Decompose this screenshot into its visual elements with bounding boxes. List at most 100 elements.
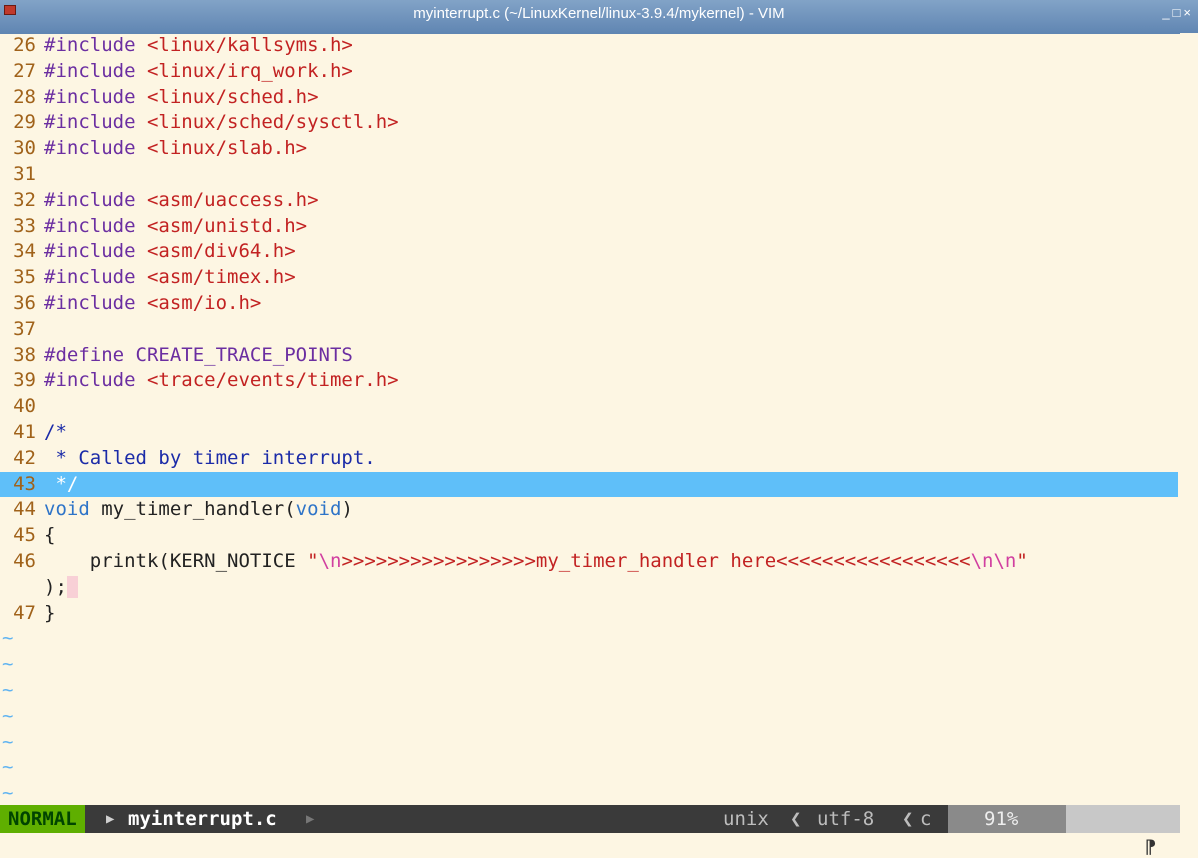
line-number: 27 xyxy=(13,59,36,82)
code-line[interactable]: 37 xyxy=(0,317,1198,343)
code-token: #define CREATE_TRACE_POINTS xyxy=(44,343,353,366)
code-token: printk(KERN_NOTICE xyxy=(44,549,308,572)
code-token: /* xyxy=(44,420,67,443)
line-number: 41 xyxy=(13,420,36,443)
cursor-position: ⁋ 43:1 xyxy=(1066,805,1180,858)
line-number: 35 xyxy=(13,266,36,289)
file-name: myinterrupt.c xyxy=(128,808,277,830)
empty-line-tilde: ~ xyxy=(2,627,14,650)
file-encoding: utf-8 xyxy=(817,808,875,830)
close-icon[interactable]: × xyxy=(1183,5,1194,20)
line-icon: ⁋ xyxy=(1144,836,1157,858)
file-format: unix xyxy=(723,808,769,830)
code-token: } xyxy=(44,601,56,624)
code-token: #include xyxy=(44,240,147,263)
empty-line-tilde: ~ xyxy=(2,730,14,753)
code-token: #include xyxy=(44,34,147,56)
code-token: " xyxy=(307,549,319,572)
line-number: 26 xyxy=(13,34,36,56)
code-token: <trace/events/timer.h> xyxy=(146,369,399,392)
line-number: 34 xyxy=(13,240,36,263)
code-token: my_timer_handler( xyxy=(89,498,296,521)
vim-window: myinterrupt.c (~/LinuxKernel/linux-3.9.4… xyxy=(0,0,1198,858)
line-number: 44 xyxy=(13,498,36,521)
code-token: <asm/uaccess.h> xyxy=(146,188,319,211)
empty-line-tilde: ~ xyxy=(2,756,14,779)
code-token: " xyxy=(1016,549,1028,572)
line-number: 45 xyxy=(13,524,36,547)
line-number: 30 xyxy=(13,137,36,160)
line-number: 36 xyxy=(13,291,36,314)
code-token: <asm/div64.h> xyxy=(146,240,296,263)
code-line[interactable]: 36 #include <asm/io.h> xyxy=(0,291,1198,317)
code-token: #include xyxy=(44,214,147,237)
code-line[interactable]: 32 #include <asm/uaccess.h> xyxy=(0,188,1198,214)
maximize-icon[interactable]: □ xyxy=(1173,5,1184,20)
separator-icon: ▶ xyxy=(306,811,315,827)
title-bar: myinterrupt.c (~/LinuxKernel/linux-3.9.4… xyxy=(0,0,1198,34)
soft-separator-icon: ❮ xyxy=(902,808,914,830)
code-token: #include xyxy=(44,137,147,160)
code-token: \n\n xyxy=(970,549,1017,572)
trailing-whitespace-marker xyxy=(66,576,78,599)
code-line[interactable]: ); xyxy=(0,575,1198,601)
code-line[interactable]: 38 #define CREATE_TRACE_POINTS xyxy=(0,343,1198,369)
separator-icon: ▶ xyxy=(106,811,115,827)
line-number: 42 xyxy=(13,446,36,469)
code-token: #include xyxy=(44,188,147,211)
code-line[interactable]: 30 #include <linux/slab.h> xyxy=(0,136,1198,162)
minimize-icon[interactable]: _ xyxy=(1162,5,1172,20)
code-token: */ xyxy=(44,472,79,495)
empty-line-tilde: ~ xyxy=(2,782,14,805)
code-token: \n xyxy=(318,549,342,572)
code-line[interactable]: 47} xyxy=(0,601,1198,627)
code-token: <linux/slab.h> xyxy=(146,137,308,160)
code-line[interactable]: 46 printk(KERN_NOTICE "\n>>>>>>>>>>>>>>>… xyxy=(0,549,1198,575)
code-token: <linux/irq_work.h> xyxy=(146,59,353,82)
code-token: void xyxy=(295,498,342,521)
line-number: 39 xyxy=(13,369,36,392)
code-token: void xyxy=(44,498,90,521)
scrollbar[interactable] xyxy=(1180,33,1198,803)
line-number: 32 xyxy=(13,188,36,211)
code-token: ) xyxy=(341,498,353,521)
empty-line-tilde: ~ xyxy=(2,678,14,701)
line-number: 29 xyxy=(13,111,36,134)
line-number: 31 xyxy=(13,162,36,185)
code-line[interactable]: 31 xyxy=(0,162,1198,188)
code-token: ); xyxy=(44,575,67,598)
code-line[interactable]: 39 #include <trace/events/timer.h> xyxy=(0,368,1198,394)
code-token: #include xyxy=(44,85,147,108)
code-line[interactable]: 42 * Called by timer interrupt. xyxy=(0,446,1198,472)
code-token: { xyxy=(44,524,56,547)
code-line[interactable]: 41 /* xyxy=(0,420,1198,446)
code-token: <asm/unistd.h> xyxy=(146,214,308,237)
code-token: <linux/sched/sysctl.h> xyxy=(146,111,399,134)
mode-indicator: NORMAL xyxy=(0,805,85,833)
code-line[interactable]: 29 #include <linux/sched/sysctl.h> xyxy=(0,110,1198,136)
code-token: #include xyxy=(44,111,147,134)
line-number: 37 xyxy=(13,317,36,340)
code-line[interactable]: 44 void my_timer_handler(void) xyxy=(0,497,1198,523)
cursor-line-row[interactable]: 43 */ xyxy=(0,471,1178,498)
code-line[interactable]: 33 #include <asm/unistd.h> xyxy=(0,214,1198,240)
code-line[interactable]: 40 xyxy=(0,394,1198,420)
code-token: #include xyxy=(44,291,147,314)
line-number: 38 xyxy=(13,343,36,366)
empty-line-tilde: ~ xyxy=(2,704,14,727)
line-number: 47 xyxy=(13,601,36,624)
status-line: NORMAL ▶ myinterrupt.c ▶ unix ❮ utf-8 ❮ … xyxy=(0,805,1180,858)
window-title: myinterrupt.c (~/LinuxKernel/linux-3.9.4… xyxy=(413,5,785,22)
line-number: 40 xyxy=(13,395,36,418)
code-line[interactable]: 26 #include <linux/kallsyms.h> xyxy=(0,33,1198,59)
code-token: <asm/io.h> xyxy=(146,291,262,314)
code-line[interactable]: 34 #include <asm/div64.h> xyxy=(0,239,1198,265)
code-line[interactable]: 28 #include <linux/sched.h> xyxy=(0,85,1198,111)
code-line[interactable]: 35 #include <asm/timex.h> xyxy=(0,265,1198,291)
editor-buffer[interactable]: 26 #include <linux/kallsyms.h> 27 #include … xyxy=(0,33,1198,804)
code-line[interactable]: 27 #include <linux/irq_work.h> xyxy=(0,59,1198,85)
code-line[interactable]: 45 { xyxy=(0,523,1198,549)
code-token: >>>>>>>>>>>>>>>>>my_timer_handler here<<… xyxy=(341,549,971,572)
line-number: 28 xyxy=(13,85,36,108)
soft-separator-icon: ❮ xyxy=(790,808,802,830)
